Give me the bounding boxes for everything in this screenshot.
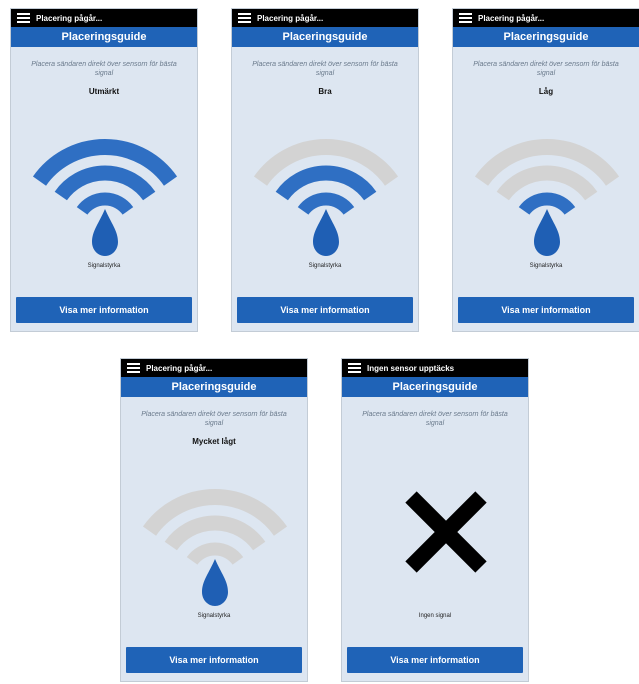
signal-caption: Signalstyrka [87, 263, 121, 269]
hamburger-menu-icon[interactable] [127, 363, 140, 373]
instruction-text: Placera sändaren direkt över sensorn för… [473, 61, 619, 77]
screen-5: Ingen sensor upptäcks Placeringsguide Pl… [341, 358, 529, 682]
no-signal-cross-icon [405, 491, 487, 573]
instruction-text: Placera sändaren direkt över sensorn för… [31, 61, 177, 77]
screen-2: Placering pågår... Placeringsguide Place… [231, 8, 419, 332]
page-title: Placeringsguide [342, 377, 528, 397]
page-title: Placeringsguide [121, 377, 307, 397]
signal-caption: Signalstyrka [308, 263, 342, 269]
more-info-button[interactable]: Visa mer information [458, 297, 634, 323]
page-title: Placeringsguide [232, 27, 418, 47]
signal-caption: Signalstyrka [197, 613, 231, 619]
instruction-text: Placera sändaren direkt över sensorn för… [362, 411, 508, 427]
more-info-button[interactable]: Visa mer information [347, 647, 523, 673]
signal-strength-icon [142, 489, 288, 606]
status-bar: Placering pågår... [453, 9, 639, 27]
status-text: Ingen sensor upptäcks [367, 363, 455, 373]
water-drop-icon [202, 559, 228, 606]
signal-caption: Ingen signal [418, 613, 452, 619]
hamburger-menu-icon[interactable] [348, 363, 361, 373]
water-drop-icon [313, 209, 339, 256]
water-drop-icon [534, 209, 560, 256]
signal-level-label: Utmärkt [88, 87, 120, 96]
hamburger-menu-icon[interactable] [238, 13, 251, 23]
status-bar: Placering pågår... [11, 9, 197, 27]
more-info-button[interactable]: Visa mer information [16, 297, 192, 323]
more-info-button[interactable]: Visa mer information [126, 647, 302, 673]
status-text: Placering pågår... [36, 13, 103, 23]
page-title: Placeringsguide [11, 27, 197, 47]
signal-level-label: Låg [538, 87, 554, 96]
signal-level-label: Bra [318, 87, 332, 96]
cross-icon [405, 491, 487, 573]
signal-strength-icon [253, 139, 399, 256]
signal-strength-icon [32, 139, 178, 256]
page-title: Placeringsguide [453, 27, 639, 47]
status-text: Placering pågår... [478, 13, 545, 23]
signal-level-label: Mycket lågt [192, 437, 236, 446]
hamburger-menu-icon[interactable] [17, 13, 30, 23]
instruction-text: Placera sändaren direkt över sensorn för… [141, 411, 287, 427]
more-info-button[interactable]: Visa mer information [237, 297, 413, 323]
signal-caption: Signalstyrka [529, 263, 563, 269]
water-drop-icon [92, 209, 118, 256]
status-bar: Placering pågår... [121, 359, 307, 377]
instruction-text: Placera sändaren direkt över sensorn för… [252, 61, 398, 77]
status-bar: Ingen sensor upptäcks [342, 359, 528, 377]
status-text: Placering pågår... [257, 13, 324, 23]
screen-4: Placering pågår... Placeringsguide Place… [120, 358, 308, 682]
signal-strength-icon [474, 139, 620, 256]
status-text: Placering pågår... [146, 363, 213, 373]
screen-1: Placering pågår... Placeringsguide Place… [10, 8, 198, 332]
hamburger-menu-icon[interactable] [459, 13, 472, 23]
status-bar: Placering pågår... [232, 9, 418, 27]
screen-3: Placering pågår... Placeringsguide Place… [452, 8, 639, 332]
